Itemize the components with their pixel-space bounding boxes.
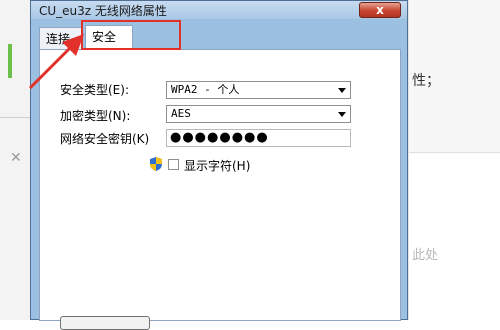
security-type-dropdown[interactable]: WPA2 - 个人	[166, 81, 351, 99]
background-accent-bar	[8, 44, 12, 78]
background-left-pane: ✕	[0, 0, 30, 320]
dropdown-arrow-icon	[338, 112, 346, 117]
background-hint-text: 此处	[412, 248, 439, 263]
advanced-settings-button[interactable]	[60, 316, 150, 330]
uac-shield-icon	[150, 157, 162, 171]
close-icon: x	[376, 3, 384, 17]
encryption-type-value: AES	[171, 107, 191, 120]
dialog-titlebar[interactable]: CU_eu3z 无线网络属性 x	[31, 1, 407, 19]
wireless-properties-dialog: CU_eu3z 无线网络属性 x 连接 安全 安全类型(E): WPA2 - 个…	[30, 0, 408, 330]
dropdown-arrow-icon	[338, 88, 346, 93]
background-divider-right	[409, 152, 500, 153]
show-characters-label[interactable]: 显示字符(H)	[184, 157, 250, 174]
security-panel: 安全类型(E): WPA2 - 个人 加密类型(N): AES 网络安全密钥(K…	[39, 49, 401, 330]
dialog-title: CU_eu3z 无线网络属性	[39, 4, 167, 18]
security-tab-highlight-box	[81, 20, 181, 50]
tab-connection[interactable]: 连接	[39, 27, 83, 49]
background-right-pane: 性； 此处	[408, 0, 500, 320]
close-button[interactable]: x	[359, 2, 401, 18]
background-close-icon[interactable]: ✕	[10, 150, 22, 166]
background-divider	[0, 117, 30, 118]
network-key-input[interactable]: ●●●●●●●●	[166, 129, 351, 147]
show-characters-checkbox[interactable]	[168, 159, 179, 170]
encryption-type-dropdown[interactable]: AES	[166, 105, 351, 123]
encryption-type-label: 加密类型(N):	[60, 109, 131, 123]
network-key-label: 网络安全密钥(K)	[60, 132, 150, 146]
security-type-label: 安全类型(E):	[60, 83, 129, 97]
security-type-value: WPA2 - 个人	[171, 83, 240, 96]
background-text: 性；	[412, 73, 440, 89]
